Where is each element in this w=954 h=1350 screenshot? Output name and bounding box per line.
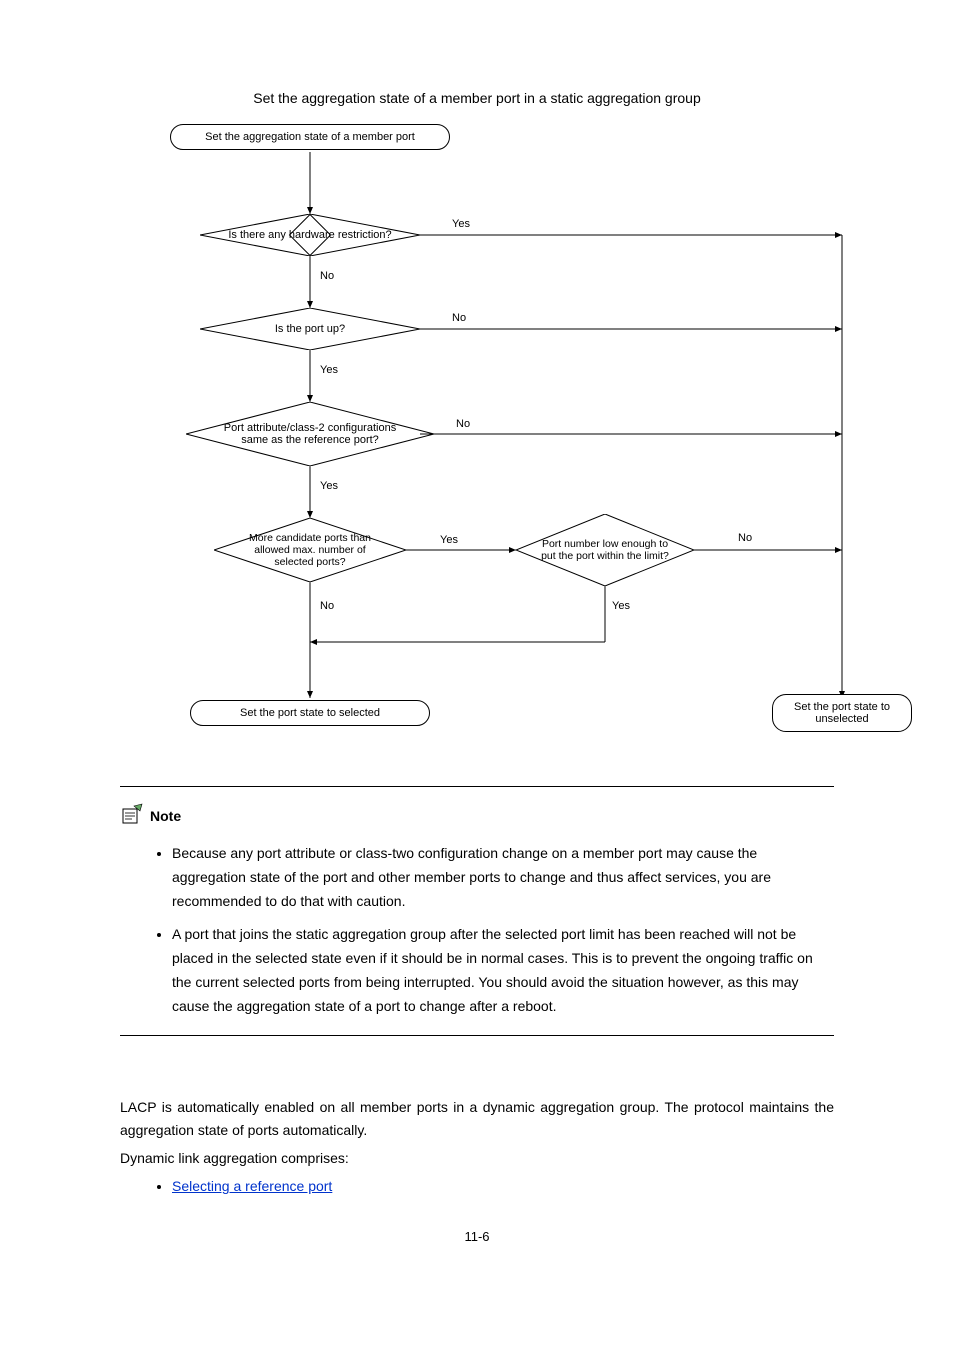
select-reference-port-link[interactable]: Selecting a reference port: [172, 1178, 332, 1194]
d5-yes-label: Yes: [612, 600, 630, 612]
d4-label: More candidate ports than allowed max. n…: [234, 526, 386, 574]
note-divider-bottom: [120, 1035, 834, 1036]
d2-label: Is the port up?: [200, 308, 420, 350]
d3-no-label: No: [456, 418, 470, 430]
page-number: 11-6: [120, 1229, 834, 1244]
note-divider-top: [120, 786, 834, 787]
d1-yes-label: Yes: [452, 218, 470, 230]
end-unselected-node: Set the port state to unselected: [772, 694, 912, 732]
d4-no-label: No: [320, 600, 334, 612]
flowchart-diagram: Set the aggregation state of a member po…: [120, 122, 880, 762]
d3-label: Port attribute/class-2 configurations sa…: [216, 410, 404, 458]
figure-title: Set the aggregation state of a member po…: [120, 90, 834, 106]
note-item-1: Because any port attribute or class-two …: [172, 842, 834, 913]
body-list: Selecting a reference port: [120, 1175, 834, 1199]
note-list: Because any port attribute or class-two …: [120, 842, 834, 1019]
d3-yes-label: Yes: [320, 480, 338, 492]
body-text: LACP is automatically enabled on all mem…: [120, 1096, 834, 1199]
note-block: Note Because any port attribute or class…: [120, 803, 834, 1019]
body-p2: Dynamic link aggregation comprises:: [120, 1147, 834, 1171]
end-selected-label: Set the port state to selected: [240, 707, 380, 719]
d2-no-label: No: [452, 312, 466, 324]
d1-no-label: No: [320, 270, 334, 282]
decision-hardware-box: Is there any hardware restriction?: [202, 214, 418, 256]
note-heading-text: Note: [150, 808, 181, 824]
end-unselected-label: Set the port state to unselected: [794, 701, 890, 725]
note-item-2: A port that joins the static aggregation…: [172, 923, 834, 1018]
end-selected-node: Set the port state to selected: [190, 700, 430, 726]
d5-no-label: No: [738, 532, 752, 544]
start-node: Set the aggregation state of a member po…: [170, 124, 450, 150]
start-label: Set the aggregation state of a member po…: [205, 131, 415, 143]
d2-yes-label: Yes: [320, 364, 338, 376]
note-icon: [120, 803, 144, 828]
body-p1: LACP is automatically enabled on all mem…: [120, 1096, 834, 1144]
body-list-item-1: Selecting a reference port: [172, 1175, 834, 1199]
note-heading: Note: [120, 803, 834, 828]
d5-label: Port number low enough to put the port w…: [536, 526, 674, 574]
d4-yes-label: Yes: [440, 534, 458, 546]
